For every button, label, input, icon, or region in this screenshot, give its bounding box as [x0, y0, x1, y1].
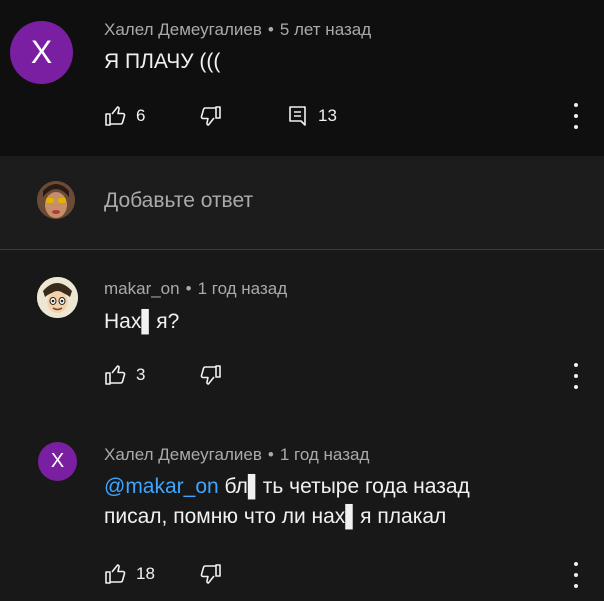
separator-dot: •: [267, 20, 274, 39]
dislike-button[interactable]: [198, 104, 222, 128]
comment-meta: Халел Демеугалиев • 5 лет назад: [104, 20, 371, 40]
author-name[interactable]: makar_on: [104, 279, 180, 298]
separator-dot: •: [185, 279, 192, 298]
like-button[interactable]: 18: [104, 562, 155, 586]
like-count: 18: [136, 564, 155, 583]
more-options-icon[interactable]: [572, 103, 580, 129]
reply-meta: Халел Демеугалиев • 1 год назад: [104, 445, 369, 465]
reply-count: 13: [318, 106, 337, 125]
comment-text: Я ПЛАЧУ (((: [104, 50, 221, 73]
reply-text: Нах▌я?: [104, 310, 180, 333]
thumbs-up-icon: [105, 106, 126, 126]
thumbs-down-icon: [200, 106, 221, 126]
like-button[interactable]: 6: [104, 104, 145, 128]
reply-text: @makar_on бл▌ть четыре года назад писал,…: [104, 472, 534, 532]
author-avatar[interactable]: X: [10, 21, 73, 84]
add-reply-input[interactable]: Добавьте ответ: [104, 189, 253, 213]
more-options-icon[interactable]: [572, 363, 580, 389]
divider: [0, 249, 604, 250]
like-count: 6: [136, 106, 146, 125]
like-count: 3: [136, 365, 146, 384]
author-name[interactable]: Халел Демеугалиев: [104, 20, 262, 39]
separator-dot: •: [267, 445, 274, 464]
timestamp[interactable]: 1 год назад: [198, 279, 288, 298]
reply-meta: makar_on • 1 год назад: [104, 279, 287, 299]
comment-icon: [289, 106, 306, 126]
timestamp[interactable]: 5 лет назад: [280, 20, 371, 39]
thumbs-up-icon: [105, 564, 126, 584]
replies-button[interactable]: 13: [286, 104, 337, 128]
reply-avatar[interactable]: [37, 277, 78, 318]
user-avatar: [37, 181, 75, 219]
reply-avatar[interactable]: X: [38, 442, 77, 481]
mention-link[interactable]: @makar_on: [104, 475, 219, 498]
reply-input-panel: [0, 156, 604, 249]
dislike-button[interactable]: [198, 562, 222, 586]
thumbs-down-icon: [200, 564, 221, 584]
more-options-icon[interactable]: [572, 562, 580, 588]
timestamp[interactable]: 1 год назад: [280, 445, 370, 464]
author-name[interactable]: Халел Демеугалиев: [104, 445, 262, 464]
dislike-button[interactable]: [198, 363, 222, 387]
thumbs-up-icon: [105, 365, 126, 385]
like-button[interactable]: 3: [104, 363, 145, 387]
thumbs-down-icon: [200, 365, 221, 385]
